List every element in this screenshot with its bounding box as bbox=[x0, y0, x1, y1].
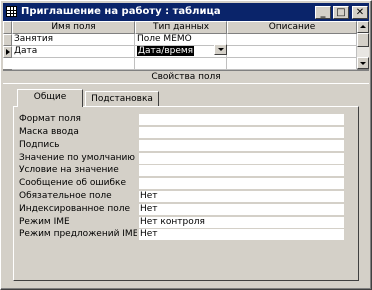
scroll-thumb[interactable] bbox=[357, 33, 369, 47]
property-label: Формат поля bbox=[19, 114, 81, 124]
window-title: Приглашение на работу : таблица bbox=[21, 6, 221, 17]
property-label: Обязательное поле bbox=[19, 191, 112, 201]
vertical-scrollbar[interactable] bbox=[357, 21, 369, 69]
field-grid: Имя поля Тип данных Описание Занятия Пол… bbox=[3, 21, 369, 70]
field-properties-title: Свойства поля bbox=[3, 70, 369, 84]
property-label: Режим IME bbox=[19, 217, 70, 227]
property-label: Режим предложений IME bbox=[19, 229, 137, 239]
minimize-button[interactable]: _ bbox=[315, 6, 331, 19]
property-value-field[interactable] bbox=[139, 165, 344, 176]
empty-cell[interactable] bbox=[227, 58, 357, 70]
property-value-field[interactable] bbox=[139, 114, 344, 125]
property-value-field[interactable] bbox=[139, 178, 344, 189]
property-label: Подпись bbox=[19, 140, 60, 150]
column-header-description[interactable]: Описание bbox=[227, 21, 357, 34]
property-row: Сообщение об ошибке bbox=[19, 178, 344, 189]
column-header-field-name[interactable]: Имя поля bbox=[12, 21, 135, 34]
property-value-field[interactable] bbox=[139, 140, 344, 151]
property-value-field[interactable]: Нет bbox=[139, 229, 344, 240]
table-design-window: Приглашение на работу : таблица _ □ ✕ Им… bbox=[0, 0, 372, 290]
property-value-field[interactable]: Нет контроля bbox=[139, 217, 344, 228]
field-name-cell[interactable]: Дата bbox=[12, 46, 135, 58]
property-label: Значение по умолчанию bbox=[19, 153, 135, 163]
tab-general[interactable]: Общие bbox=[17, 89, 83, 107]
property-row: Режим предложений IME Нет bbox=[19, 229, 344, 240]
maximize-button[interactable]: □ bbox=[333, 6, 349, 19]
property-label: Сообщение об ошибке bbox=[19, 178, 127, 188]
property-label: Маска ввода bbox=[19, 127, 79, 137]
table-icon bbox=[6, 6, 17, 17]
selected-data-type: Дата/время bbox=[137, 46, 195, 56]
column-header-data-type[interactable]: Тип данных bbox=[135, 21, 227, 34]
tab-lookup[interactable]: Подстановка bbox=[85, 91, 159, 106]
close-button[interactable]: ✕ bbox=[352, 6, 368, 19]
property-row: Маска ввода bbox=[19, 127, 344, 138]
property-row: Режим IME Нет контроля bbox=[19, 217, 344, 228]
property-row: Индексированное поле Нет bbox=[19, 204, 344, 215]
empty-cell[interactable] bbox=[12, 58, 135, 70]
current-row-arrow-icon bbox=[6, 49, 10, 55]
row-selector[interactable] bbox=[3, 34, 12, 46]
property-value-field[interactable] bbox=[139, 127, 344, 138]
empty-cell[interactable] bbox=[135, 58, 227, 70]
property-row: Подпись bbox=[19, 140, 344, 151]
property-row: Условие на значение bbox=[19, 165, 344, 176]
data-type-dropdown-button[interactable] bbox=[214, 44, 227, 55]
description-cell[interactable] bbox=[227, 34, 357, 46]
property-value-field[interactable]: Нет bbox=[139, 204, 344, 215]
scroll-up-button[interactable] bbox=[357, 21, 369, 33]
property-row: Обязательное поле Нет bbox=[19, 191, 344, 202]
grid-corner bbox=[3, 21, 12, 34]
scroll-down-button[interactable] bbox=[357, 57, 369, 69]
property-value-field[interactable]: Нет bbox=[139, 191, 344, 202]
property-row: Формат поля bbox=[19, 114, 344, 125]
property-value-field[interactable] bbox=[139, 153, 344, 164]
description-cell[interactable] bbox=[227, 46, 357, 58]
field-name-cell[interactable]: Занятия bbox=[12, 34, 135, 46]
property-label: Индексированное поле bbox=[19, 204, 131, 214]
current-row-selector[interactable] bbox=[3, 46, 12, 58]
property-label: Условие на значение bbox=[19, 165, 119, 175]
title-bar[interactable]: Приглашение на работу : таблица _ □ ✕ bbox=[3, 3, 369, 21]
property-row: Значение по умолчанию bbox=[19, 153, 344, 164]
